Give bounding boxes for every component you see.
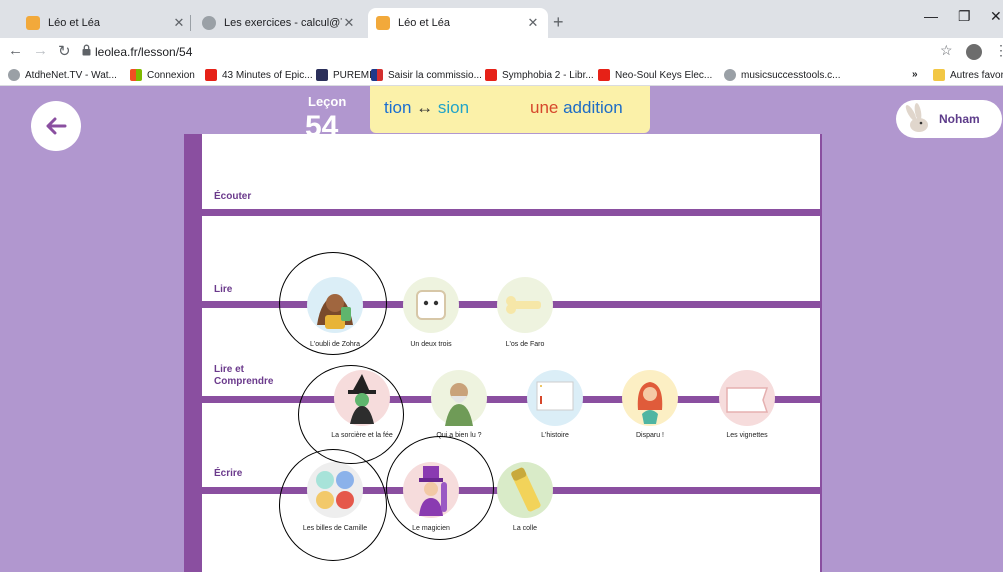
lesson-banner: tion ↔ sion une addition [370, 86, 650, 133]
activity-label: L'histoire [541, 432, 569, 439]
address-bar: ← → ↻ leolea.fr/lesson/54 ☆ ⋮ [0, 38, 1003, 66]
activity-histoire[interactable] [527, 370, 583, 426]
sound-banner: tion ↔ sion [384, 98, 469, 118]
microsoft-icon [130, 69, 142, 81]
arrow-left-icon [46, 117, 67, 135]
word-une: une [530, 98, 559, 117]
word-addition: addition [558, 98, 623, 117]
sound-sion: sion [437, 98, 470, 117]
forward-arrow-icon[interactable]: → [33, 42, 48, 59]
activity-disparu[interactable] [622, 370, 678, 426]
lock-icon [82, 44, 91, 56]
activity-colle[interactable] [497, 462, 553, 518]
reload-icon[interactable]: ↻ [58, 42, 71, 60]
activity-un-deux-trois[interactable] [403, 277, 459, 333]
back-button[interactable] [31, 101, 81, 151]
bookmark-symphobia[interactable]: Symphobia 2 - Libr... [485, 69, 594, 81]
folder-icon [933, 69, 945, 81]
activity-label: Disparu ! [635, 432, 664, 439]
tab-leo-lea-active[interactable]: Léo et Léa ✕ [368, 8, 548, 38]
tab-calcul-tice[interactable]: Les exercices - calcul@TICE ✕ [194, 8, 364, 38]
bookmark-puremix[interactable]: PUREMIX [316, 69, 379, 81]
annotation-circle [386, 436, 494, 540]
section-lire: Lire [214, 284, 233, 295]
annotation-circle [279, 252, 387, 355]
annotation-circle [279, 449, 387, 561]
example-word: une addition [530, 98, 623, 118]
sound-tion: tion [384, 98, 412, 117]
activity-qui-a-bien-lu[interactable] [431, 370, 487, 426]
activity-os-faro[interactable] [497, 277, 553, 333]
close-window-icon[interactable]: ✕ [990, 8, 1002, 25]
activity-label: Qui a bien lu ? [436, 432, 482, 439]
lesson-page: Leçon 54 tion ↔ sion une addition Noham … [0, 86, 1003, 572]
glue-stick-icon [511, 467, 541, 512]
bookmarks-overflow[interactable]: » [912, 69, 918, 80]
youtube-icon [485, 69, 497, 81]
tab-bar: Léo et Léa ✕ Les exercices - calcul@TICE… [0, 0, 1003, 38]
profile-avatar[interactable] [966, 44, 982, 60]
bookmark-other-favorites[interactable]: Autres favoris [933, 69, 1003, 81]
close-tab-icon[interactable]: ✕ [172, 15, 186, 31]
lesson-label: Leçon [308, 94, 347, 109]
globe-icon [724, 69, 736, 81]
annotation-circle [298, 365, 404, 464]
activity-label: Les vignettes [726, 432, 768, 439]
youtube-icon [598, 69, 610, 81]
back-arrow-icon[interactable]: ← [8, 42, 23, 59]
activity-label: La colle [512, 525, 538, 532]
leolea-favicon-icon [26, 16, 40, 30]
globe-icon [8, 69, 20, 81]
profile-button[interactable]: Noham [896, 100, 1002, 138]
leolea-favicon-icon [376, 16, 390, 30]
youtube-icon [205, 69, 217, 81]
restore-icon[interactable]: ❐ [958, 8, 971, 25]
bookmark-connexion[interactable]: Connexion [130, 69, 195, 81]
mermaid-icon [637, 382, 663, 424]
activity-vignettes[interactable] [719, 370, 775, 426]
menu-icon[interactable]: ⋮ [994, 42, 1003, 59]
band-ecouter [184, 209, 822, 216]
close-tab-icon[interactable]: ✕ [526, 15, 540, 31]
bookmark-43-minutes[interactable]: 43 Minutes of Epic... [205, 69, 313, 81]
tab-separator [190, 15, 191, 31]
tab-leo-lea-1[interactable]: Léo et Léa ✕ [18, 8, 194, 38]
globe-icon [202, 16, 216, 30]
new-tab-icon[interactable]: + [553, 12, 564, 33]
section-ecouter: Écouter [214, 191, 252, 202]
section-comprendre-line1: Lire et [214, 364, 245, 375]
flag-icon [371, 69, 383, 81]
section-ecrire: Écrire [214, 468, 243, 479]
bone-icon [506, 296, 541, 314]
puremix-icon [316, 69, 328, 81]
vignette-icon [726, 387, 769, 413]
dice-icon [416, 290, 446, 320]
sound-arrow: ↔ [411, 98, 438, 117]
url-input[interactable]: leolea.fr/lesson/54 [95, 45, 192, 59]
minimize-icon[interactable]: — [924, 8, 938, 24]
section-comprendre-line2: Comprendre [214, 376, 274, 387]
page-icon [536, 381, 574, 411]
bookmark-neo-soul[interactable]: Neo-Soul Keys Elec... [598, 69, 712, 81]
bookmarks-bar: AtdheNet.TV - Wat... Connexion 43 Minute… [0, 66, 1003, 86]
close-tab-icon[interactable]: ✕ [342, 15, 356, 31]
rabbit-avatar-icon [905, 103, 928, 132]
bookmark-saisir[interactable]: Saisir la commissio... [371, 69, 482, 81]
bookmark-musicsuccess[interactable]: musicsuccesstools.c... [724, 69, 840, 81]
old-man-icon [445, 383, 473, 426]
bookmark-atdhenet[interactable]: AtdheNet.TV - Wat... [8, 69, 117, 81]
activity-label: L'os de Faro [505, 341, 545, 348]
star-icon[interactable]: ☆ [940, 42, 953, 59]
